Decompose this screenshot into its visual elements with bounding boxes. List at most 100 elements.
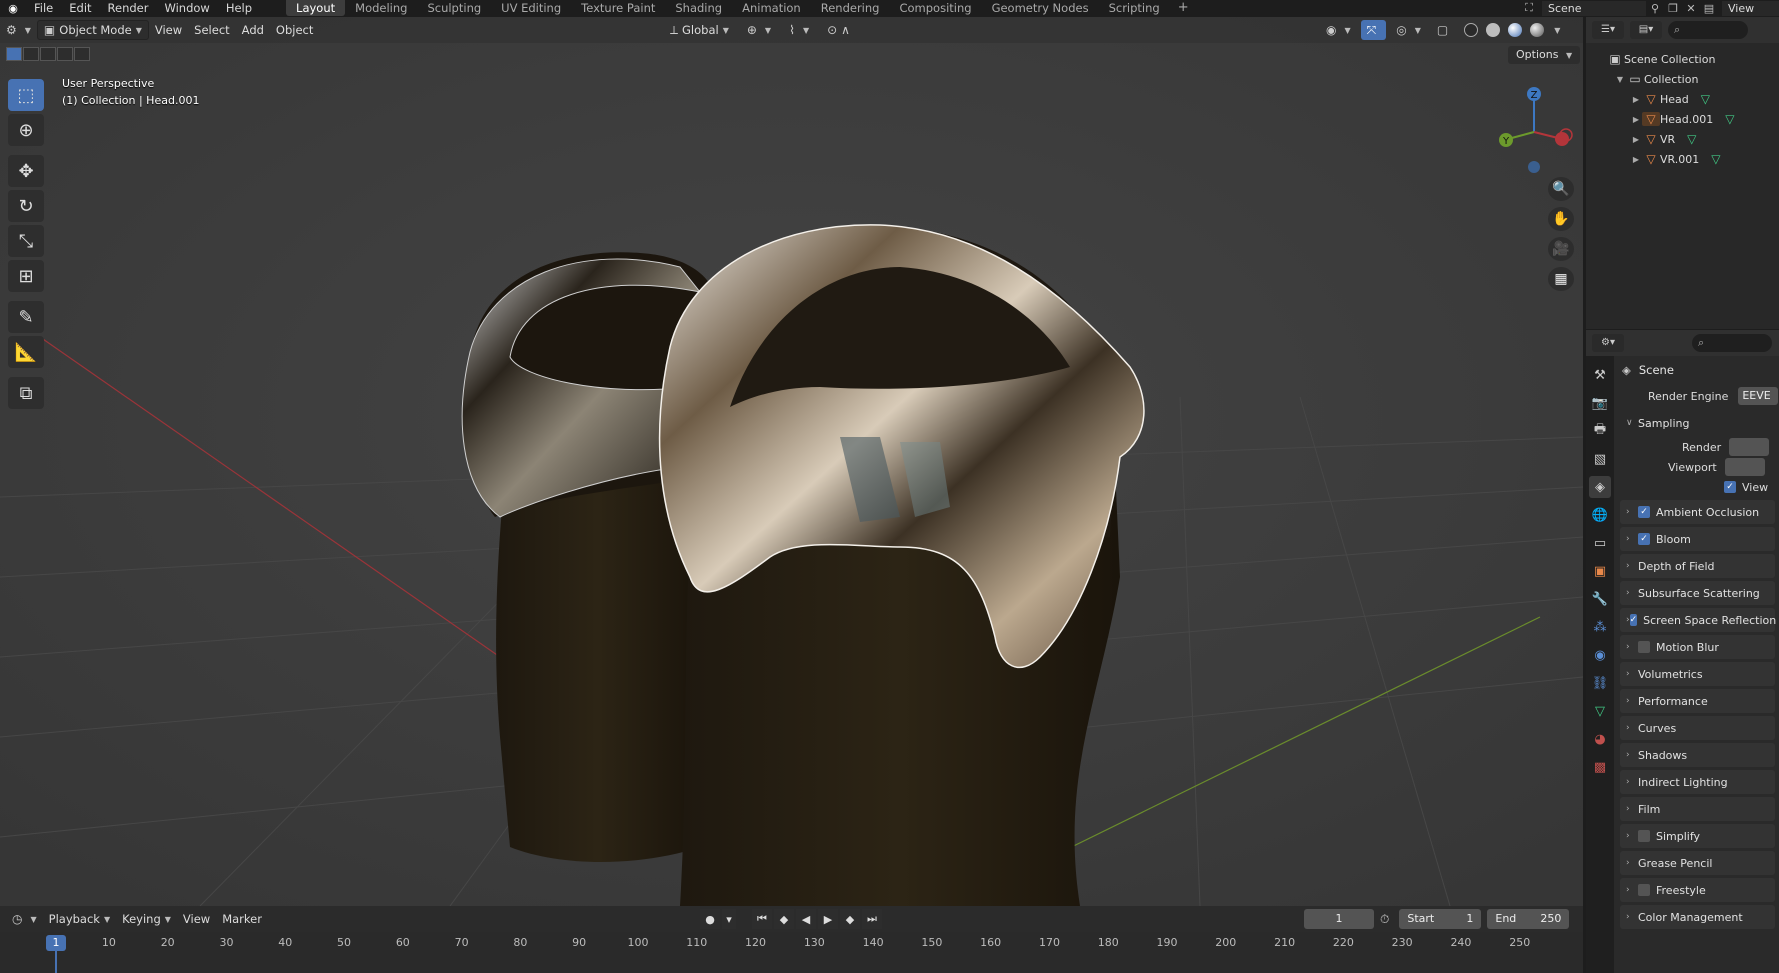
texture-tab-icon[interactable]: ▩	[1589, 756, 1611, 778]
select-extend-icon[interactable]	[23, 47, 39, 61]
view-layer-field[interactable]: View	[1722, 0, 1779, 16]
cursor-icon[interactable]: ⊕	[8, 114, 44, 146]
particles-tab-icon[interactable]: ⁂	[1589, 616, 1611, 638]
pin-icon[interactable]: ⚲	[1646, 2, 1664, 15]
pan-hand-icon[interactable]: ✋	[1548, 207, 1574, 231]
render-panel-header[interactable]: › Shadows	[1620, 743, 1775, 767]
physics-tab-icon[interactable]: ◉	[1589, 644, 1611, 666]
render-panel-header[interactable]: › ✓ Motion Blur	[1620, 635, 1775, 659]
scene-icon[interactable]: ⛶	[1520, 1, 1538, 15]
editor-type-button[interactable]: ⚙ ▼	[0, 20, 37, 40]
viewport-scene[interactable]	[0, 17, 1583, 906]
chevron-right-icon[interactable]: ▶	[1630, 135, 1642, 144]
tab-animation[interactable]: Animation	[732, 0, 811, 16]
collection-tab-icon[interactable]: ▭	[1589, 532, 1611, 554]
chevron-down-icon[interactable]: ▼	[1614, 75, 1626, 84]
menu-add[interactable]: Add	[236, 20, 270, 40]
tool-tab-icon[interactable]: ⚒	[1589, 364, 1611, 386]
rendered-shading-icon[interactable]	[1530, 23, 1545, 37]
mode-dropdown[interactable]: ▣ Object Mode ▼	[36, 20, 149, 40]
jump-start-icon[interactable]: ⏮	[752, 909, 772, 929]
render-panel-header[interactable]: › Performance	[1620, 689, 1775, 713]
display-mode-icon[interactable]: ▤▾	[1630, 21, 1662, 39]
annotate-icon[interactable]: ✎	[8, 301, 44, 333]
outliner-object-row[interactable]: ▶ ▽ Head ▽	[1586, 89, 1779, 109]
tab-scripting[interactable]: Scripting	[1099, 0, 1170, 16]
render-panel-header[interactable]: › Grease Pencil	[1620, 851, 1775, 875]
snap-button[interactable]: ⌇ ▼	[783, 20, 815, 40]
tab-layout[interactable]: Layout	[286, 0, 346, 16]
render-panel-header[interactable]: › ✓ Screen Space Reflection	[1620, 608, 1776, 632]
stopwatch-icon[interactable]: ⏱	[1380, 912, 1389, 927]
render-panel-header[interactable]: › Volumetrics	[1620, 662, 1775, 686]
scene-name-field[interactable]: Scene	[1542, 0, 1646, 16]
proportional-edit-button[interactable]: ⊙ ∧	[821, 20, 860, 40]
current-frame-indicator[interactable]: 1	[46, 935, 66, 951]
panel-enable-checkbox[interactable]: ✓	[1638, 506, 1650, 518]
transform-orientation-dropdown[interactable]: ⟂ Global ▼	[664, 20, 735, 40]
jump-end-icon[interactable]: ⏭	[862, 909, 882, 929]
menu-view[interactable]: View	[149, 20, 188, 40]
menu-window[interactable]: Window	[156, 0, 217, 16]
tab-geometry-nodes[interactable]: Geometry Nodes	[982, 0, 1099, 16]
tab-modeling[interactable]: Modeling	[345, 0, 417, 16]
chevron-right-icon[interactable]: ▶	[1630, 155, 1642, 164]
panel-enable-checkbox[interactable]: ✓	[1638, 641, 1650, 653]
chevron-down-icon[interactable]: ▼	[1554, 26, 1560, 40]
measure-icon[interactable]: 📐	[8, 336, 44, 368]
render-panel-header[interactable]: › Curves	[1620, 716, 1775, 740]
mesh-data-icon[interactable]: ▽	[1711, 152, 1720, 166]
render-panel-header[interactable]: › Depth of Field	[1620, 554, 1775, 578]
mesh-data-icon[interactable]: ▽	[1701, 92, 1710, 106]
render-panel-header[interactable]: › Subsurface Scattering	[1620, 581, 1775, 605]
play-reverse-icon[interactable]: ◀	[796, 909, 816, 929]
panel-enable-checkbox[interactable]: ✓	[1629, 614, 1638, 626]
select-invert-icon[interactable]	[57, 47, 73, 61]
overlay-toggle-button[interactable]: ◎ ▼	[1390, 20, 1427, 40]
tab-texture-paint[interactable]: Texture Paint	[571, 0, 665, 16]
material-preview-shading-icon[interactable]	[1508, 23, 1523, 37]
add-workspace-button[interactable]: +	[1170, 0, 1197, 16]
menu-help[interactable]: Help	[218, 0, 260, 16]
ortho-grid-icon[interactable]: ▦	[1548, 267, 1574, 291]
tab-sculpting[interactable]: Sculpting	[417, 0, 491, 16]
wireframe-shading-icon[interactable]	[1464, 23, 1479, 37]
transform-icon[interactable]: ⊞	[8, 260, 44, 292]
timeline-editor-type-button[interactable]: ◷ ▼	[6, 909, 43, 929]
navigation-gizmo[interactable]: Z Y	[1490, 77, 1580, 177]
data-tab-icon[interactable]: ▽	[1589, 700, 1611, 722]
menu-object[interactable]: Object	[270, 20, 319, 40]
chevron-down-icon[interactable]: ▾	[722, 909, 736, 929]
chevron-right-icon[interactable]: ▶	[1630, 95, 1642, 104]
menu-marker[interactable]: Marker	[216, 909, 268, 929]
select-subtract-icon[interactable]	[40, 47, 56, 61]
scale-icon[interactable]: ⤡	[8, 225, 44, 257]
render-samples-field[interactable]	[1729, 438, 1770, 456]
record-keyframe-icon[interactable]: ●	[700, 909, 720, 929]
zoom-icon[interactable]: 🔍	[1548, 177, 1574, 201]
camera-view-icon[interactable]: 🎥	[1548, 237, 1574, 261]
select-new-icon[interactable]	[6, 47, 22, 61]
select-intersect-icon[interactable]	[74, 47, 90, 61]
menu-file[interactable]: File	[26, 0, 61, 16]
rotate-icon[interactable]: ↻	[8, 190, 44, 222]
pivot-point-button[interactable]: ⊕ ▼	[741, 20, 777, 40]
menu-render[interactable]: Render	[100, 0, 157, 16]
panel-enable-checkbox[interactable]: ✓	[1638, 830, 1650, 842]
xray-toggle-button[interactable]: ▢	[1431, 20, 1458, 40]
menu-keying[interactable]: Keying ▼	[116, 909, 177, 929]
render-panel-header[interactable]: › Film	[1620, 797, 1775, 821]
frame-ruler[interactable]: 10 20 30 40 50 60 70 80 90 100 110 120 130 140 150 160 1…	[0, 932, 1583, 973]
menu-timeline-view[interactable]: View	[177, 909, 216, 929]
mesh-data-icon[interactable]: ▽	[1725, 112, 1734, 126]
scene-tab-icon[interactable]: ◈	[1589, 476, 1611, 498]
prev-keyframe-icon[interactable]: ◆	[774, 909, 794, 929]
object-tab-icon[interactable]: ▣	[1589, 560, 1611, 582]
tab-uv-editing[interactable]: UV Editing	[491, 0, 571, 16]
outliner-object-row[interactable]: ▶ ▽ VR.001 ▽	[1586, 149, 1779, 169]
view-layer-icon[interactable]: ▤	[1700, 2, 1718, 15]
scene-collection-row[interactable]: ▣ Scene Collection	[1586, 49, 1779, 69]
delete-scene-icon[interactable]: ✕	[1682, 2, 1700, 15]
sampling-panel-header[interactable]: ∨ Sampling	[1620, 411, 1775, 435]
render-panel-header[interactable]: › ✓ Ambient Occlusion	[1620, 500, 1775, 524]
